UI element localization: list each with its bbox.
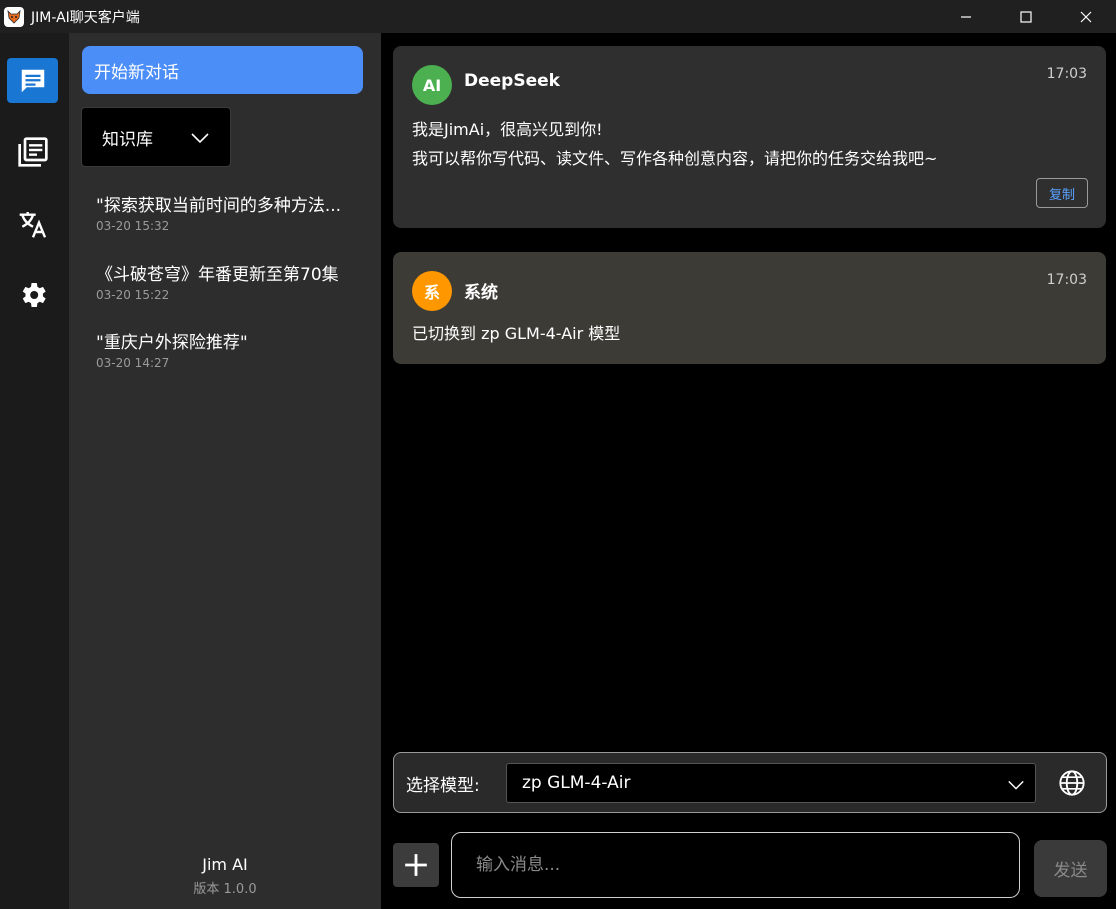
maximize-icon [1020,10,1032,23]
maximize-button[interactable] [996,0,1056,33]
icon-rail [0,33,69,909]
history-title: 《斗破苍穹》年番更新至第70集 [96,265,339,285]
send-button[interactable]: 发送 [1034,840,1107,897]
rail-chat-button[interactable] [7,58,58,103]
model-selector-bar: 选择模型: zp GLM-4-Air [393,752,1107,813]
knowledge-base-label: 知识库 [102,129,153,150]
chat-icon [21,69,44,92]
system-avatar: 系 [412,271,452,311]
message-sender: DeepSeek [464,71,560,91]
minimize-icon [961,15,971,18]
copy-button[interactable]: 复制 [1036,178,1088,208]
history-time: 03-20 15:32 [96,219,170,233]
ai-message-card: AI DeepSeek 17:03 我是JimAi，很高兴见到你! 我可以帮你写… [393,46,1106,228]
message-text-line: 我是JimAi，很高兴见到你! [412,120,603,139]
app-logo-icon [4,6,24,27]
history-item[interactable]: "重庆户外探险推荐" 03-20 14:27 [96,328,248,370]
message-time: 17:03 [1046,272,1087,288]
knowledge-base-dropdown[interactable]: 知识库 [81,107,231,167]
rail-settings-button[interactable] [7,272,58,317]
message-text-line: 已切换到 zp GLM-4-Air 模型 [412,324,621,343]
conversation-sidebar: 开始新对话 知识库 "探索获取当前时间的多种方法... 03-20 15:32 … [69,33,381,909]
ai-avatar: AI [412,65,452,105]
window-title: JIM-AI聊天客户端 [31,9,140,26]
history-title: "探索获取当前时间的多种方法... [96,196,342,216]
close-button[interactable] [1056,0,1116,33]
history-title: "重庆户外探险推荐" [96,333,248,353]
library-icon [17,136,48,167]
new-chat-button[interactable]: 开始新对话 [82,46,363,94]
history-item[interactable]: 《斗破苍穹》年番更新至第70集 03-20 15:22 [96,260,339,302]
model-select[interactable]: zp GLM-4-Air [506,763,1036,803]
web-search-button[interactable] [1058,769,1086,801]
history-time: 03-20 15:22 [96,288,170,302]
rail-translate-button[interactable] [7,201,58,246]
message-text-line: 我可以帮你写代码、读文件、写作各种创意内容，请把你的任务交给我吧~ [412,149,938,168]
chevron-down-icon [1008,780,1024,790]
history-item[interactable]: "探索获取当前时间的多种方法... 03-20 15:32 [96,191,341,233]
message-time: 17:03 [1046,66,1087,82]
translate-icon [19,211,46,238]
message-input[interactable] [451,832,1020,898]
plus-icon [405,854,427,876]
chevron-down-icon [191,133,209,144]
model-selected-value: zp GLM-4-Air [522,773,631,793]
close-icon [1080,11,1092,22]
minimize-button[interactable] [936,0,996,33]
system-message-card: 系 系统 17:03 已切换到 zp GLM-4-Air 模型 [393,252,1106,364]
attach-button[interactable] [393,843,439,887]
settings-icon [22,282,46,307]
model-label: 选择模型: [406,776,480,796]
history-time: 03-20 14:27 [96,356,170,370]
rail-library-button[interactable] [7,129,58,174]
app-name: Jim AI [202,855,248,874]
globe-icon [1059,770,1085,796]
app-version: 版本 1.0.0 [193,882,257,897]
message-sender: 系统 [464,283,498,303]
title-bar: JIM-AI聊天客户端 [0,0,1116,33]
